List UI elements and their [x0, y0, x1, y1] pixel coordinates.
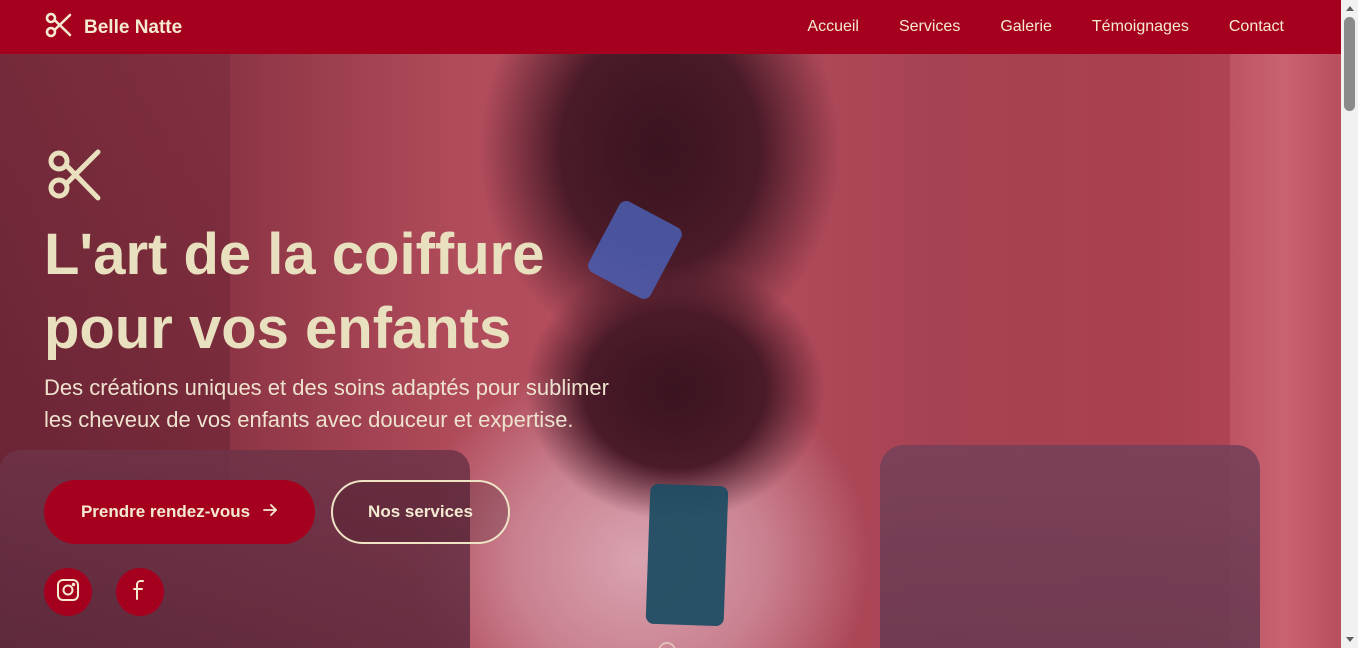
- arrow-right-icon: [262, 502, 278, 523]
- hero-subtitle: Des créations uniques et des soins adapt…: [44, 375, 609, 432]
- hero-title: L'art de la coiffure pour vos enfants: [44, 218, 684, 366]
- instagram-icon: [55, 577, 81, 608]
- nav-item-contact[interactable]: Contact: [1229, 18, 1284, 36]
- our-services-label: Nos services: [368, 502, 473, 521]
- hero-title-line-2: pour vos enfants: [44, 296, 512, 361]
- scroll-down-arrow[interactable]: [1341, 631, 1358, 648]
- brand-name: Belle Natte: [84, 16, 183, 38]
- book-appointment-button[interactable]: Prendre rendez-vous: [44, 480, 315, 544]
- vertical-scrollbar[interactable]: [1341, 0, 1358, 648]
- nav-item-accueil[interactable]: Accueil: [807, 18, 859, 36]
- hero-photo-phone: [645, 483, 729, 627]
- scroll-indicator[interactable]: [658, 642, 676, 648]
- our-services-button[interactable]: Nos services: [331, 480, 510, 544]
- brand-logo[interactable]: Belle Natte: [44, 10, 182, 45]
- scroll-up-arrow[interactable]: [1341, 0, 1358, 17]
- main-nav: Accueil Services Galerie Témoignages Con…: [807, 0, 1284, 54]
- facebook-icon: [127, 577, 153, 608]
- nav-item-galerie[interactable]: Galerie: [1000, 18, 1052, 36]
- scrollbar-thumb[interactable]: [1344, 17, 1355, 111]
- navbar: Belle Natte Accueil Services Galerie Tém…: [0, 0, 1341, 54]
- book-appointment-label: Prendre rendez-vous: [80, 502, 251, 521]
- scissors-icon: [46, 146, 104, 204]
- nav-item-services[interactable]: Services: [899, 18, 960, 36]
- scissors-icon: [44, 10, 74, 45]
- instagram-link[interactable]: [44, 568, 92, 616]
- nav-item-temoignages[interactable]: Témoignages: [1092, 18, 1189, 36]
- hero-title-line-1: L'art de la coiffure: [44, 222, 545, 287]
- facebook-link[interactable]: [116, 568, 164, 616]
- hero-photo-sofa-right: [880, 445, 1260, 648]
- page: Belle Natte Accueil Services Galerie Tém…: [0, 0, 1341, 648]
